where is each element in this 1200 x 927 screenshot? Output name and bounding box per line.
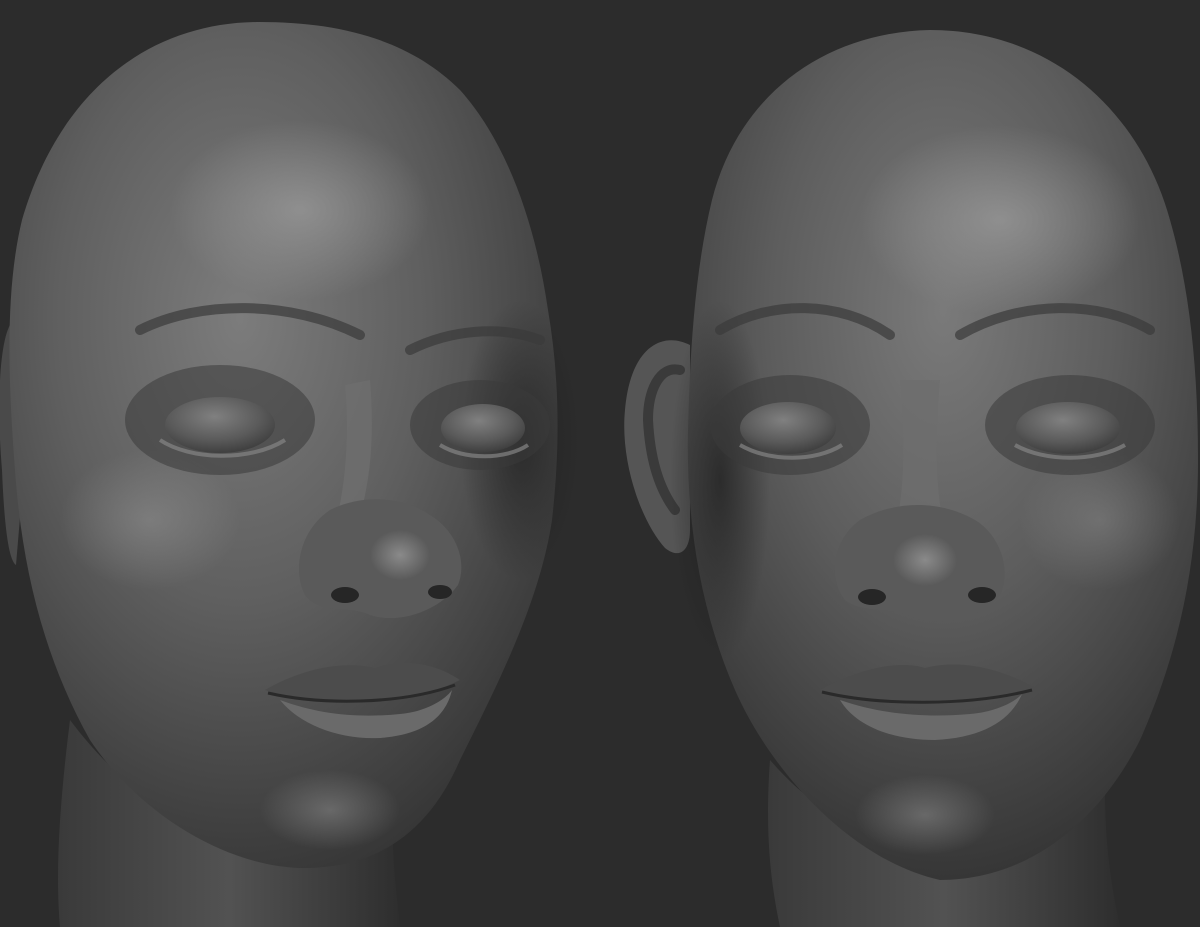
eyeball-left-2	[441, 404, 525, 452]
nose-tip-highlight-right	[893, 534, 957, 586]
chin-highlight-right	[855, 775, 995, 855]
nostril-right-2	[968, 587, 996, 603]
side-shadow-right	[670, 300, 770, 660]
forehead-highlight-left	[170, 120, 430, 300]
eyeball-right-1	[740, 402, 836, 454]
nostril-left-1	[331, 587, 359, 603]
eyeball-right-2	[1016, 402, 1120, 454]
eyeball-left-1	[165, 397, 275, 453]
render-canvas	[0, 0, 1200, 927]
forehead-highlight-right	[860, 125, 1140, 315]
nostril-right-1	[858, 589, 886, 605]
chin-highlight-left	[260, 770, 400, 850]
nostril-left-2	[428, 585, 452, 599]
nose-tip-highlight-left	[370, 530, 430, 580]
sculpt-viewport[interactable]	[0, 0, 1200, 927]
